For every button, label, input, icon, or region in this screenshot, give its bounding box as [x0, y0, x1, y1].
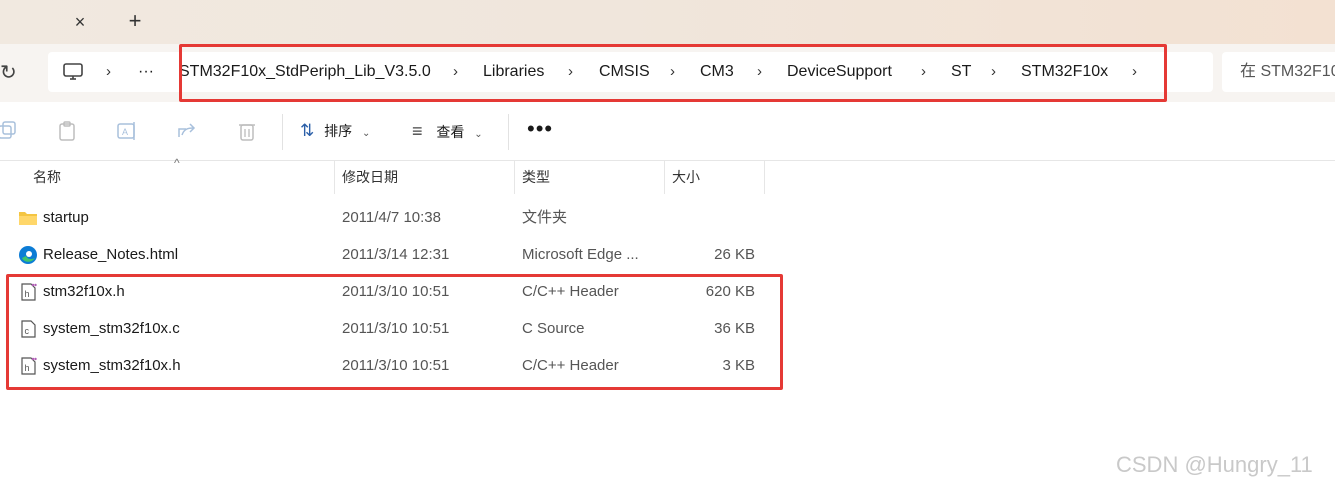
- share-icon[interactable]: [176, 120, 198, 142]
- highlight-box-breadcrumb: [179, 44, 1167, 102]
- file-size: 26 KB: [714, 246, 755, 263]
- column-header-date[interactable]: 修改日期: [342, 160, 398, 194]
- toolbar-divider: [282, 114, 283, 150]
- view-label: 查看: [436, 124, 465, 140]
- svg-text:A: A: [122, 127, 128, 137]
- refresh-icon[interactable]: ↻: [0, 62, 22, 84]
- edge-icon: [19, 246, 37, 264]
- watermark: CSDN @Hungry_11: [1116, 452, 1313, 477]
- sort-icon: ⇅: [300, 121, 315, 140]
- file-name: startup: [43, 209, 89, 226]
- new-tab-button[interactable]: +: [121, 8, 149, 36]
- column-divider[interactable]: [664, 160, 665, 194]
- highlight-box-files: [6, 274, 783, 390]
- file-type: Microsoft Edge ...: [522, 246, 639, 263]
- chevron-down-icon: ⌄: [362, 128, 371, 139]
- search-input[interactable]: 在 STM32F10x: [1222, 52, 1335, 92]
- more-options-button[interactable]: •••: [527, 116, 553, 142]
- chevron-down-icon: ⌄: [474, 129, 483, 140]
- file-name: Release_Notes.html: [43, 246, 179, 263]
- column-divider[interactable]: [764, 160, 765, 194]
- sort-button[interactable]: ⇅ 排序 ⌄: [300, 114, 370, 148]
- column-divider[interactable]: [514, 160, 515, 194]
- breadcrumb-separator[interactable]: ›: [106, 52, 111, 92]
- column-header-row: ^ 名称 修改日期 类型 大小: [0, 156, 1335, 194]
- command-bar: A ⇅ 排序 ⌄ ≡ 查看 ⌄ •••: [0, 102, 1335, 161]
- file-date: 2011/3/14 12:31: [342, 246, 450, 263]
- copy-icon[interactable]: [0, 120, 18, 142]
- delete-icon[interactable]: [236, 120, 258, 142]
- list-item[interactable]: startup 2011/4/7 10:38 文件夹: [0, 199, 800, 236]
- sort-ascending-icon: ^: [174, 156, 180, 170]
- paste-icon[interactable]: [56, 120, 78, 142]
- breadcrumb-overflow-button[interactable]: ···: [138, 52, 154, 92]
- rename-icon[interactable]: A: [116, 120, 138, 142]
- view-button[interactable]: ≡ 查看 ⌄: [412, 114, 483, 148]
- close-tab-icon[interactable]: ×: [66, 8, 94, 36]
- column-divider[interactable]: [334, 160, 335, 194]
- column-header-type[interactable]: 类型: [522, 160, 550, 194]
- tab-bar: × +: [0, 0, 1335, 44]
- column-header-name[interactable]: 名称: [33, 160, 61, 194]
- view-icon: ≡: [412, 121, 423, 141]
- toolbar-divider: [508, 114, 509, 150]
- folder-icon: [19, 212, 37, 225]
- file-size: [665, 199, 755, 236]
- column-header-size[interactable]: 大小: [672, 160, 700, 194]
- sort-label: 排序: [324, 123, 353, 139]
- file-type: 文件夹: [522, 209, 568, 226]
- list-item[interactable]: Release_Notes.html 2011/3/14 12:31 Micro…: [0, 236, 800, 273]
- file-date: 2011/4/7 10:38: [342, 209, 441, 226]
